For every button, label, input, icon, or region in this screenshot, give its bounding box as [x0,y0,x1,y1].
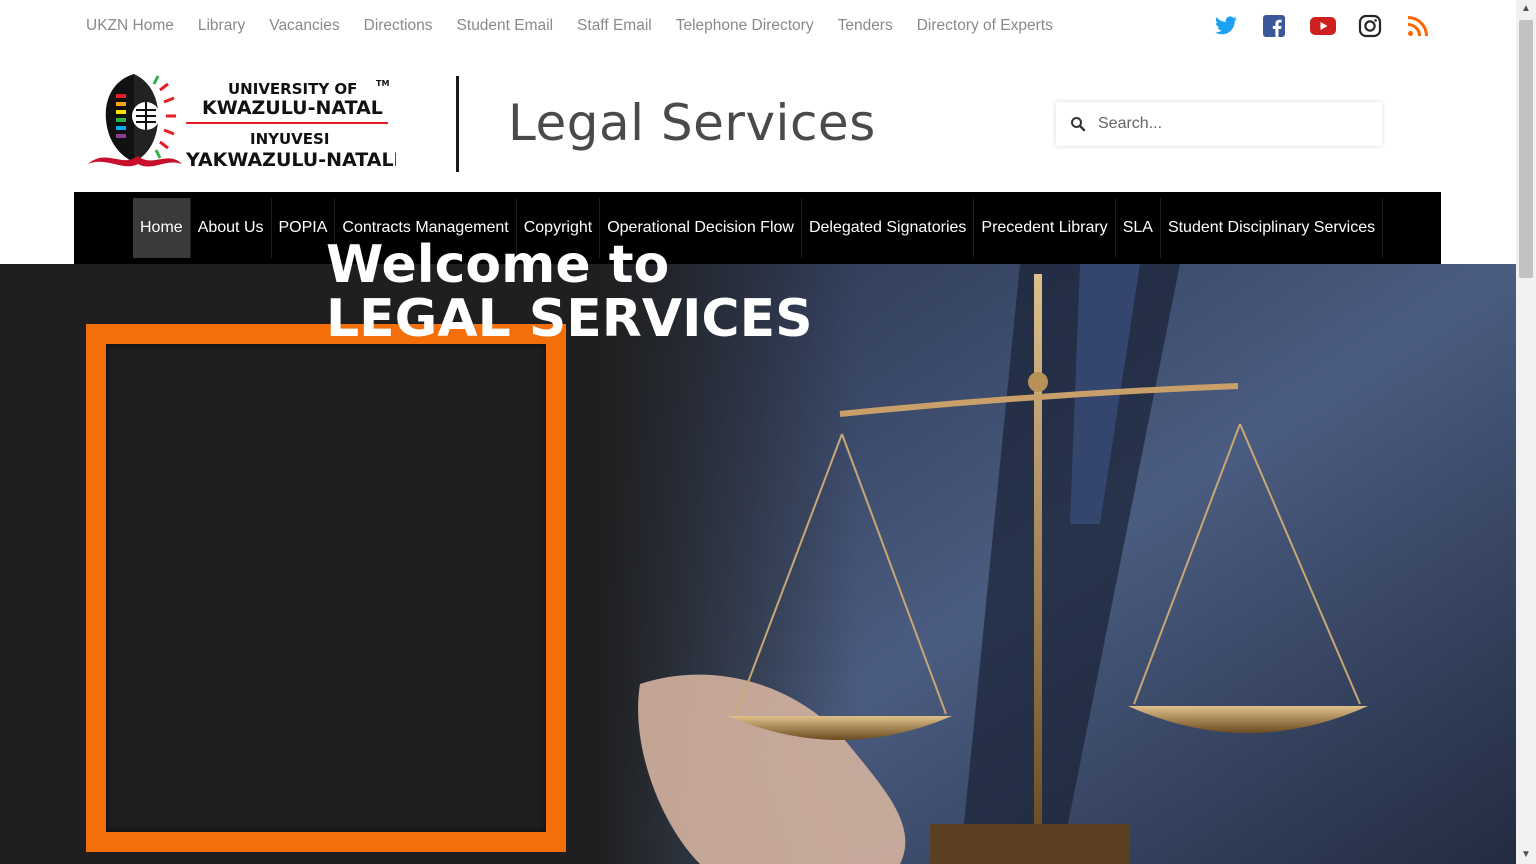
logo-line-3: INYUVESI [250,130,329,148]
nav-item-precedent-library[interactable]: Precedent Library [974,198,1116,258]
search-icon [1071,117,1086,132]
toplink-staff-email[interactable]: Staff Email [577,17,652,35]
top-links: UKZN Home Library Vacancies Directions S… [86,17,1077,35]
page-title: Legal Services [508,94,876,152]
hero-heading-line-2: LEGAL SERVICES [326,289,813,349]
toplink-tenders[interactable]: Tenders [838,17,893,35]
scroll-down-arrow-icon[interactable]: ▼ [1516,846,1536,864]
nav-item-sla[interactable]: SLA [1116,198,1161,258]
nav-item-home[interactable]: Home [133,198,191,258]
logo-line-4: YAKWAZULU-NATALI [185,149,396,171]
toplink-telephone-directory[interactable]: Telephone Directory [676,17,814,35]
site-header: UNIVERSITY OF TM KWAZULU-NATAL INYUVESI … [74,56,1441,192]
toplink-vacancies[interactable]: Vacancies [269,17,339,35]
nav-item-about-us[interactable]: About Us [191,198,272,258]
top-utility-bar: UKZN Home Library Vacancies Directions S… [0,0,1516,54]
toplink-directions[interactable]: Directions [364,17,433,35]
hero-banner [0,264,1516,864]
search-input[interactable] [1098,115,1358,133]
logo-line-1: UNIVERSITY OF [228,80,357,98]
logo-trademark: TM [376,79,389,88]
page-scrollbar[interactable]: ▲ ▼ [1516,0,1536,864]
ukzn-logo[interactable]: UNIVERSITY OF TM KWAZULU-NATAL INYUVESI … [86,72,401,176]
youtube-icon[interactable] [1310,14,1336,38]
social-links [1214,14,1430,38]
toplink-student-email[interactable]: Student Email [457,17,554,35]
facebook-icon[interactable] [1262,14,1286,38]
toplink-directory-of-experts[interactable]: Directory of Experts [917,17,1053,35]
logo-line-2: KWAZULU-NATAL [202,97,383,119]
instagram-icon[interactable] [1358,14,1382,38]
hero-orange-frame [86,324,566,852]
search-box[interactable] [1056,102,1382,146]
header-divider [456,76,459,172]
hero-heading: Welcome to LEGAL SERVICES [326,238,813,346]
toplink-ukzn-home[interactable]: UKZN Home [86,17,174,35]
toplink-library[interactable]: Library [198,17,245,35]
scroll-up-arrow-icon[interactable]: ▲ [1516,0,1536,18]
scrollbar-thumb[interactable] [1519,20,1533,278]
twitter-icon[interactable] [1214,14,1238,38]
hero-heading-line-1: Welcome to [326,235,670,295]
nav-item-student-disciplinary-services[interactable]: Student Disciplinary Services [1161,198,1384,258]
rss-icon[interactable] [1406,14,1430,38]
nav-item-delegated-signatories[interactable]: Delegated Signatories [802,198,975,258]
